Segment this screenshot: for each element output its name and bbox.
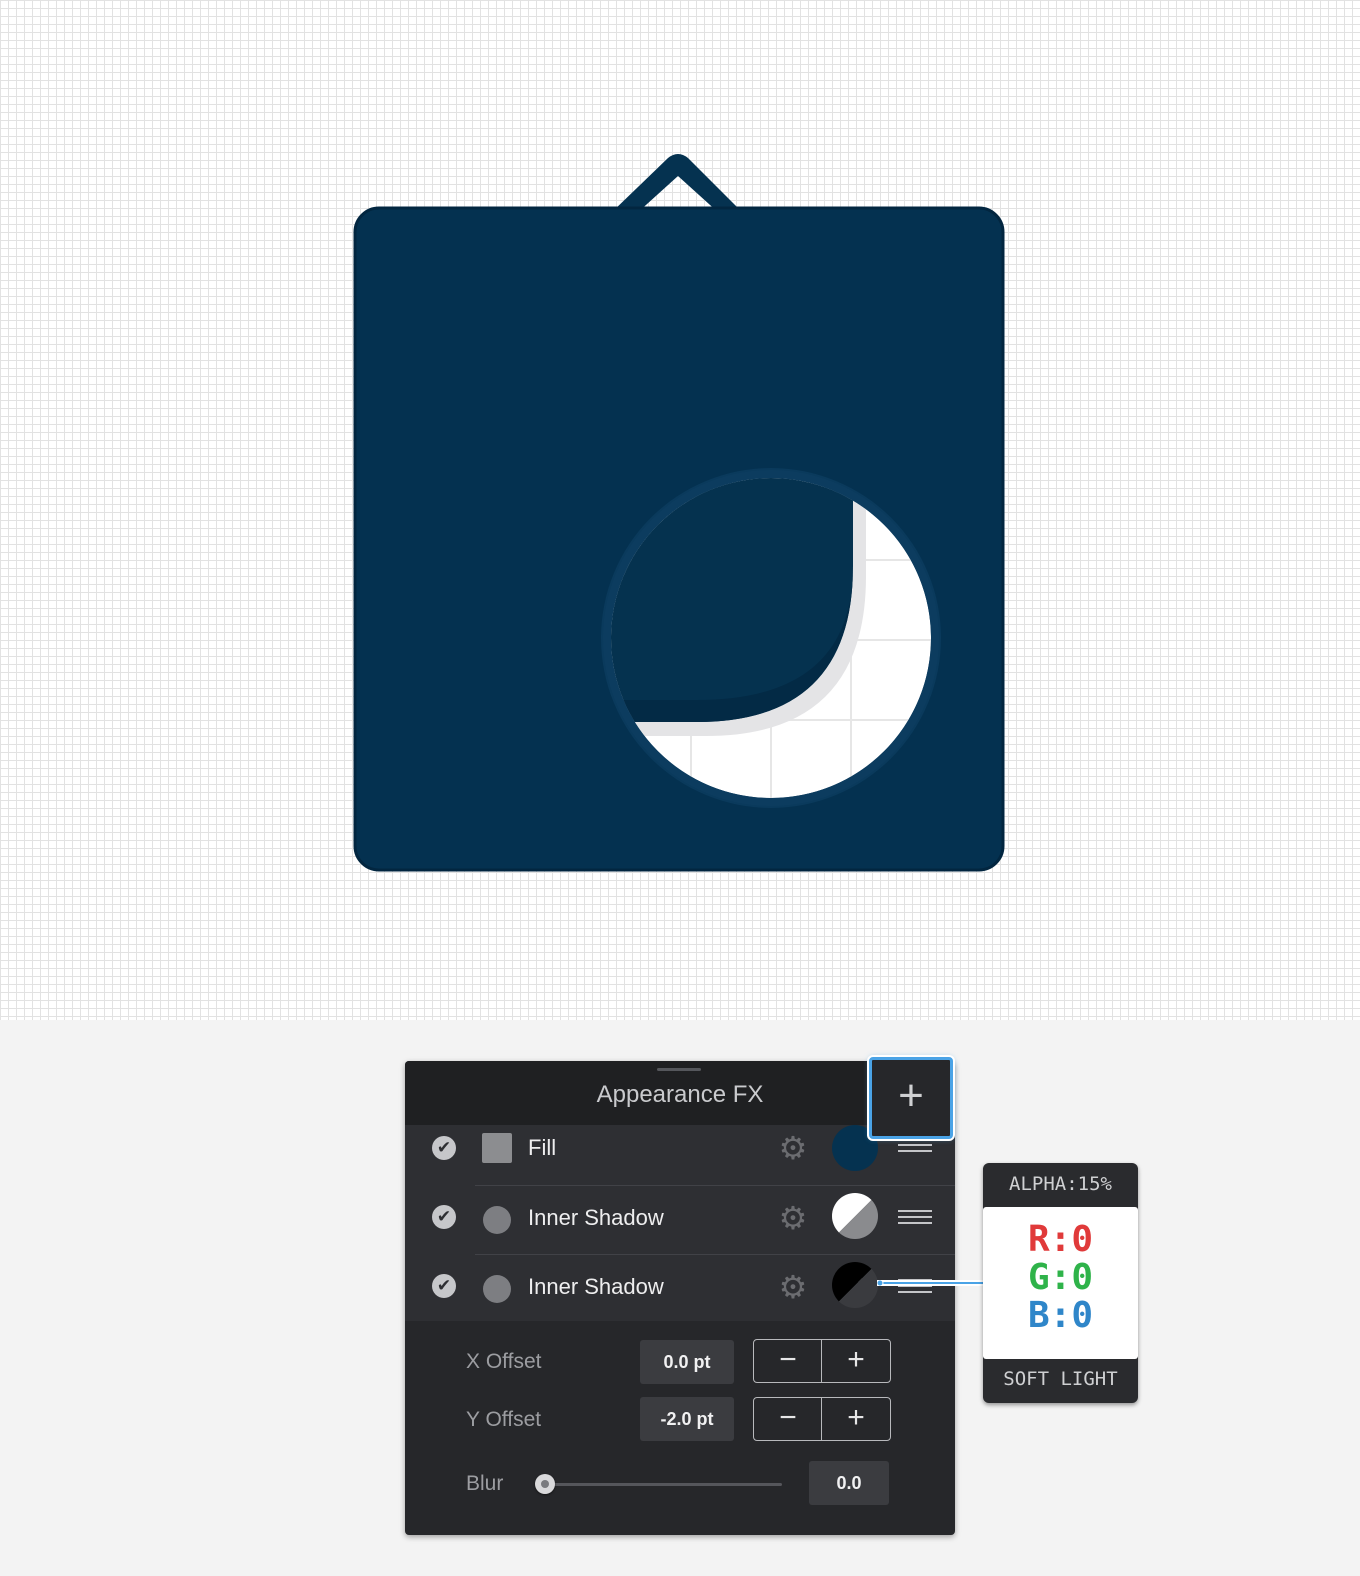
gear-icon[interactable]: ⚙ xyxy=(777,1271,809,1303)
row-divider xyxy=(475,1254,955,1255)
effect-label: Fill xyxy=(528,1135,557,1160)
reorder-handle-icon[interactable] xyxy=(898,1144,932,1156)
drag-grip-handle[interactable] xyxy=(657,1068,701,1071)
x-offset-plus-button[interactable]: + xyxy=(822,1340,890,1382)
calendar-icon-artwork[interactable] xyxy=(0,0,1360,1020)
reorder-handle-icon[interactable] xyxy=(898,1210,932,1228)
y-offset-field[interactable]: -2.0 pt xyxy=(640,1397,734,1441)
effect-label: Inner Shadow xyxy=(528,1205,664,1230)
tooltip-connector xyxy=(877,1280,983,1286)
blur-slider-knob[interactable] xyxy=(535,1474,555,1494)
checkmark-icon[interactable]: ✔ xyxy=(432,1136,456,1160)
effect-row-inner-shadow-1[interactable]: ✔ Inner Shadow ⚙ xyxy=(405,1185,955,1253)
shadow-color-preview[interactable] xyxy=(832,1262,878,1308)
blur-value-field[interactable]: 0.0 xyxy=(809,1461,889,1505)
x-offset-stepper: − + xyxy=(753,1339,891,1383)
shadow-color-preview[interactable] xyxy=(832,1193,878,1239)
shadow-color-tooltip: ALPHA:15% R:0 G:0 B:0 SOFT LIGHT xyxy=(983,1163,1138,1403)
shadow-type-icon xyxy=(483,1206,511,1234)
x-offset-minus-button[interactable]: − xyxy=(754,1340,822,1382)
blend-mode: SOFT LIGHT xyxy=(1003,1368,1118,1390)
effect-label: Inner Shadow xyxy=(528,1274,664,1299)
row-divider xyxy=(475,1185,955,1186)
red-value: R:0 xyxy=(1027,1219,1094,1260)
artboard-canvas[interactable] xyxy=(0,0,1360,1020)
blur-label: Blur xyxy=(466,1472,504,1495)
rgb-card: R:0 G:0 B:0 xyxy=(983,1207,1138,1359)
y-offset-minus-button[interactable]: − xyxy=(754,1398,822,1440)
effects-list: ✔ Fill ⚙ ✔ Inner Shadow ⚙ ✔ Inner Shadow… xyxy=(405,1125,955,1321)
x-offset-label: X Offset xyxy=(466,1350,542,1373)
y-offset-label: Y Offset xyxy=(466,1408,542,1431)
fill-type-icon xyxy=(482,1133,512,1163)
checkmark-icon[interactable]: ✔ xyxy=(432,1274,456,1298)
green-value: G:0 xyxy=(1027,1257,1094,1298)
gear-icon[interactable]: ⚙ xyxy=(777,1202,809,1234)
shadow-type-icon xyxy=(483,1275,511,1303)
blur-slider-track[interactable] xyxy=(545,1483,782,1486)
y-offset-stepper: − + xyxy=(753,1397,891,1441)
checkmark-icon[interactable]: ✔ xyxy=(432,1205,456,1229)
add-effect-button[interactable]: + xyxy=(869,1057,953,1139)
gear-icon[interactable]: ⚙ xyxy=(777,1132,809,1164)
hanger-shape xyxy=(610,154,744,214)
x-offset-field[interactable]: 0.0 pt xyxy=(640,1340,734,1384)
alpha-value: ALPHA:15% xyxy=(1009,1173,1112,1195)
blue-value: B:0 xyxy=(1027,1295,1094,1336)
effect-row-inner-shadow-2[interactable]: ✔ Inner Shadow ⚙ xyxy=(405,1254,955,1322)
y-offset-plus-button[interactable]: + xyxy=(822,1398,890,1440)
